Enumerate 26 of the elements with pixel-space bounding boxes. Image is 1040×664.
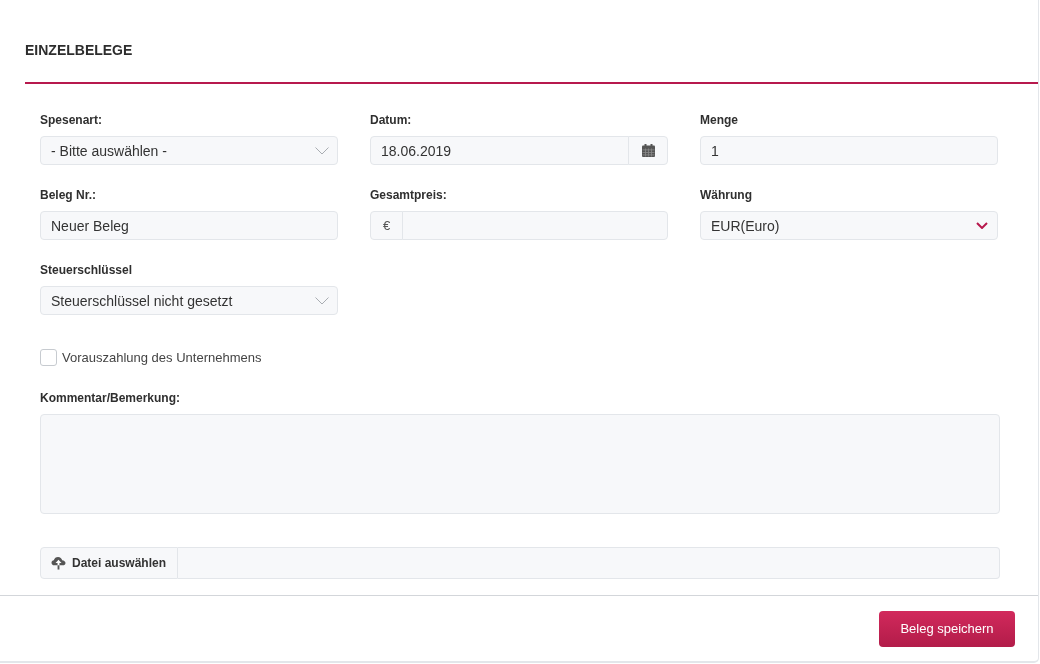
field-label: Spesenart: bbox=[40, 112, 103, 128]
field-label: Steuerschlüssel bbox=[40, 262, 133, 278]
cloud-upload-icon bbox=[51, 556, 66, 570]
field-label: Gesamtpreis: bbox=[370, 187, 447, 203]
field-label: Datum: bbox=[370, 112, 412, 128]
file-name-field[interactable] bbox=[178, 547, 1000, 579]
price-field[interactable] bbox=[402, 211, 668, 240]
comment-textarea[interactable] bbox=[40, 414, 1000, 514]
checkbox-label[interactable]: Vorauszahlung des Unternehmens bbox=[62, 349, 262, 366]
field-label: Menge bbox=[700, 112, 738, 128]
text-field[interactable]: 1 bbox=[700, 136, 998, 165]
file-select-button[interactable]: Datei auswählen bbox=[40, 547, 178, 579]
calendar-icon bbox=[641, 144, 655, 157]
field-label: Beleg Nr.: bbox=[40, 187, 96, 203]
text-field[interactable]: Neuer Beleg bbox=[40, 211, 338, 240]
section-title: EINZELBELEGE bbox=[25, 41, 133, 60]
checkbox[interactable] bbox=[40, 349, 57, 366]
date-field[interactable]: 18.06.2019 bbox=[370, 136, 629, 165]
field-label: Währung bbox=[700, 187, 752, 203]
currency-addon: € bbox=[370, 211, 403, 240]
select-field[interactable]: - Bitte auswählen - bbox=[40, 136, 338, 165]
save-button[interactable]: Beleg speichern bbox=[879, 611, 1015, 647]
calendar-button[interactable] bbox=[628, 136, 668, 165]
select-field[interactable]: Steuerschlüssel nicht gesetzt bbox=[40, 286, 338, 315]
field-label: Kommentar/Bemerkung: bbox=[40, 390, 181, 406]
select-field[interactable]: EUR(Euro) bbox=[700, 211, 998, 240]
